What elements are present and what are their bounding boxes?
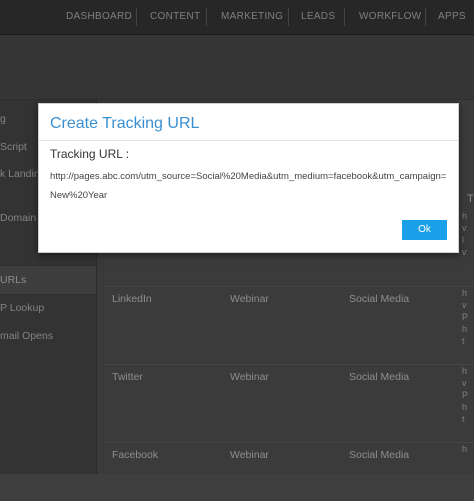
ok-button[interactable]: Ok xyxy=(402,220,447,240)
dialog-title: Create Tracking URL xyxy=(50,115,200,132)
dialog-divider xyxy=(39,140,458,141)
tracking-url-value[interactable]: http://pages.abc.com/utm_source=Social%2… xyxy=(50,167,450,205)
tracking-url-label: Tracking URL : xyxy=(50,147,130,161)
create-tracking-url-dialog: Create Tracking URL Tracking URL : http:… xyxy=(38,103,459,253)
